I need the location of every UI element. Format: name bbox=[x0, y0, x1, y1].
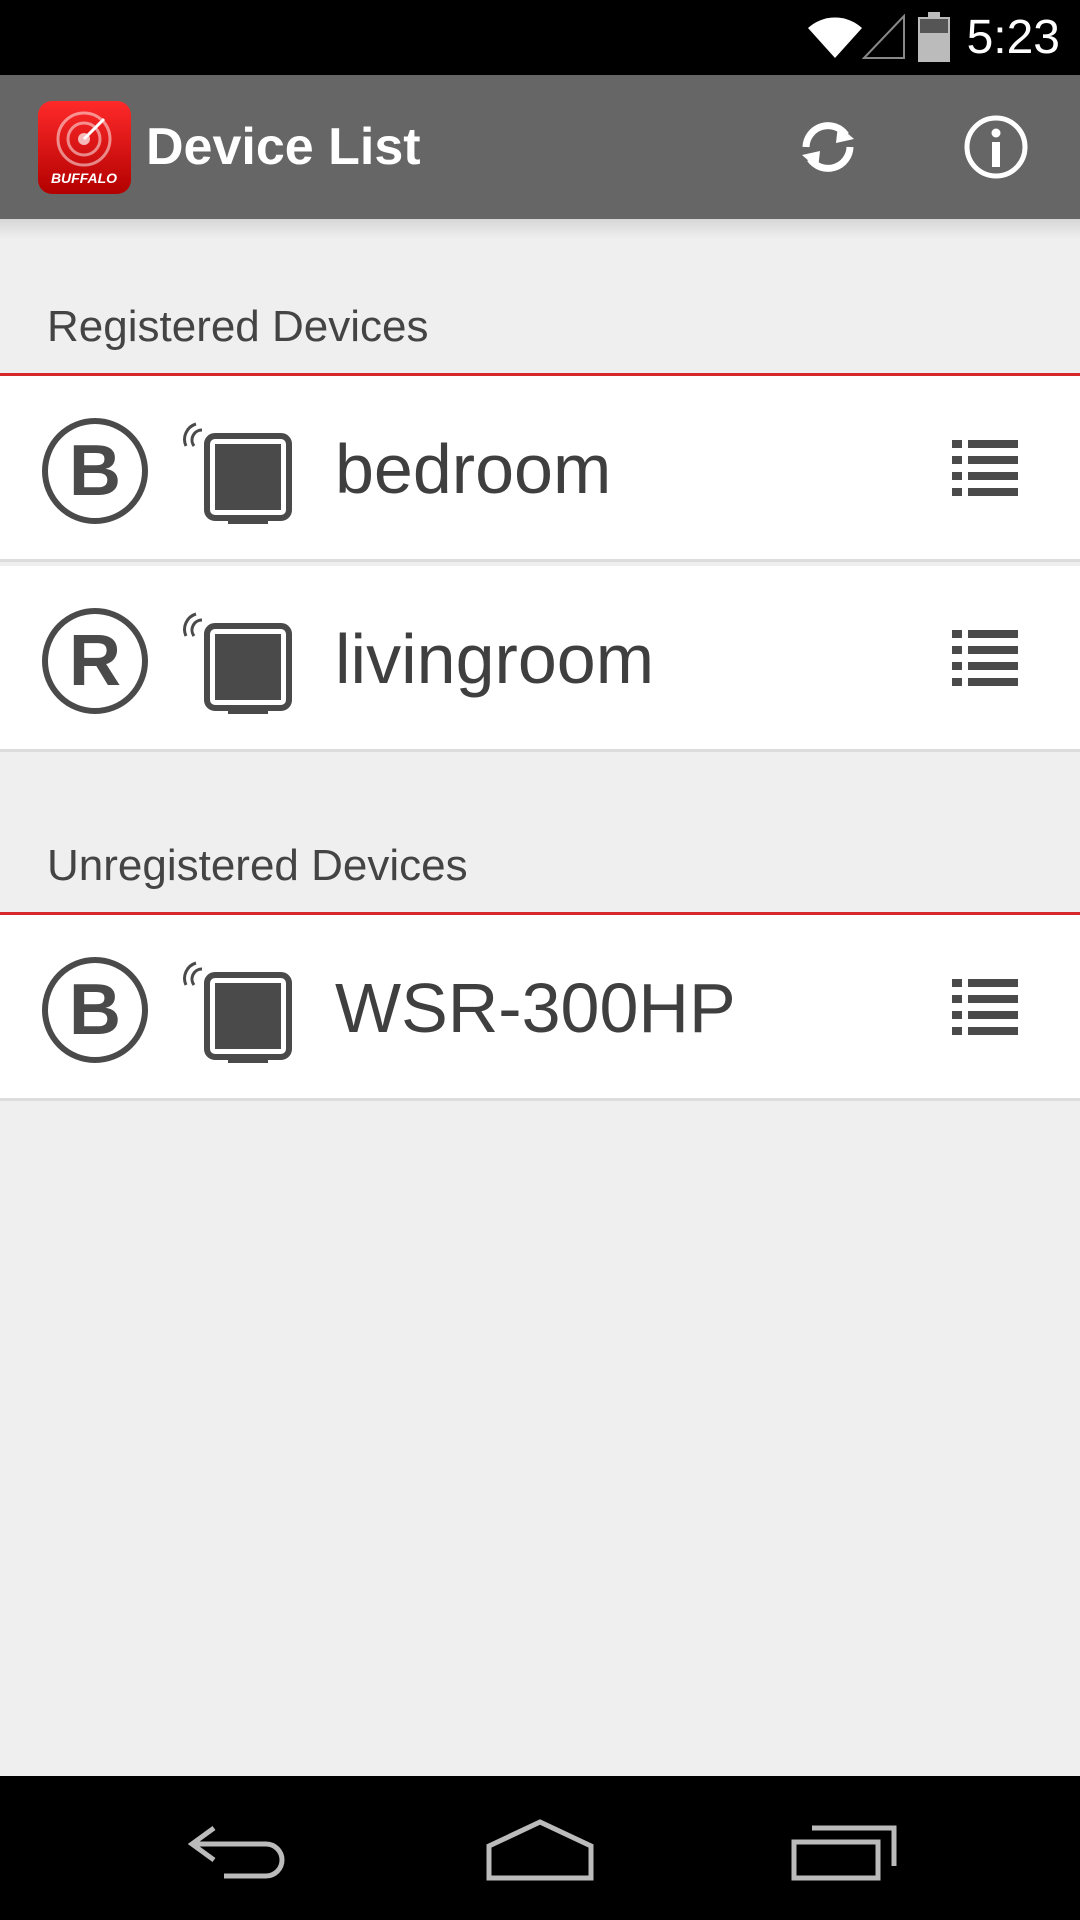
list-menu-icon[interactable] bbox=[952, 977, 1018, 1039]
page-title: Device List bbox=[146, 118, 421, 176]
device-row[interactable]: B bedroom bbox=[0, 376, 1080, 562]
navigation-bar bbox=[0, 1776, 1080, 1920]
svg-text:BUFFALO: BUFFALO bbox=[51, 170, 117, 186]
section-header-unregistered: Unregistered Devices bbox=[0, 837, 1080, 915]
device-mode-badge: B bbox=[42, 418, 148, 524]
section-label: Registered Devices bbox=[47, 302, 429, 351]
device-row[interactable]: R livingroom bbox=[0, 566, 1080, 752]
app-bar: BUFFALO Device List bbox=[0, 75, 1080, 219]
device-mode-badge: R bbox=[42, 608, 148, 714]
device-mode-badge: B bbox=[42, 957, 148, 1063]
list-menu-icon[interactable] bbox=[952, 628, 1018, 690]
device-name: WSR-300HP bbox=[335, 969, 736, 1047]
buffalo-logo: BUFFALO bbox=[38, 101, 131, 194]
section-label: Unregistered Devices bbox=[47, 841, 468, 890]
back-icon[interactable] bbox=[184, 1814, 294, 1884]
device-row[interactable]: B WSR-300HP bbox=[0, 915, 1080, 1101]
wifi-icon bbox=[808, 17, 862, 58]
recents-icon[interactable] bbox=[790, 1814, 900, 1884]
router-icon bbox=[183, 612, 292, 714]
device-name: bedroom bbox=[335, 430, 612, 508]
app-bar-shadow bbox=[0, 219, 1080, 239]
section-header-registered: Registered Devices bbox=[0, 298, 1080, 376]
device-name: livingroom bbox=[335, 620, 654, 698]
list-menu-icon[interactable] bbox=[952, 438, 1018, 500]
signal-icon bbox=[862, 14, 905, 59]
router-icon bbox=[183, 961, 292, 1063]
battery-icon bbox=[918, 12, 950, 62]
router-icon bbox=[183, 422, 292, 524]
refresh-icon[interactable] bbox=[792, 111, 864, 183]
info-icon[interactable] bbox=[960, 111, 1032, 183]
status-clock: 5:23 bbox=[966, 11, 1060, 64]
home-icon[interactable] bbox=[485, 1814, 595, 1884]
status-bar: 5:23 bbox=[0, 0, 1080, 75]
